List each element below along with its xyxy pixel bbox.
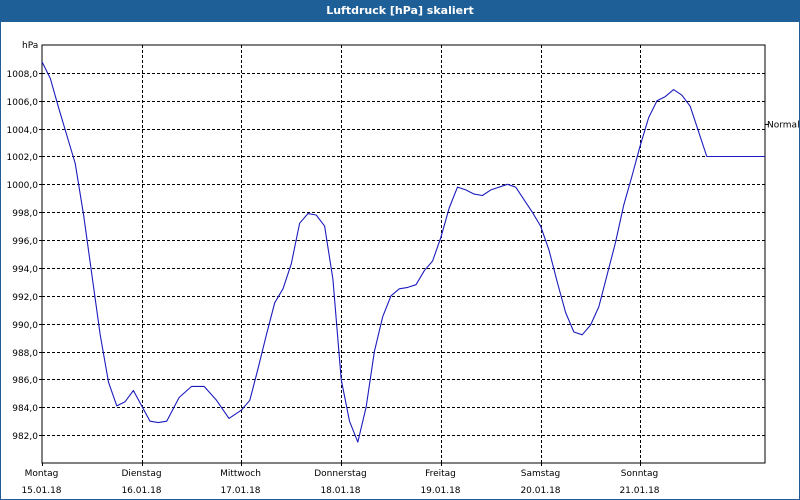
y-tick-label: 990,0 [12, 321, 38, 331]
series-line [41, 61, 765, 443]
plot-frame [41, 44, 766, 464]
y-tick-label: 994,0 [12, 265, 38, 275]
x-tick-date: 17.01.18 [220, 486, 260, 496]
x-tick-date: 18.01.18 [320, 486, 360, 496]
x-tick-day: Mittwoch [220, 469, 261, 479]
chart-window: Luftdruck [hPa] skaliert 982,0 984,0 986,0… [0, 0, 800, 500]
y-tick-label: 984,0 [12, 404, 38, 414]
x-tick-day: Sonntag [621, 469, 658, 479]
x-tick-date: 16.01.18 [121, 486, 161, 496]
reference-label: Normal [767, 120, 799, 130]
y-tick-label: 1006,0 [7, 98, 39, 108]
y-tick-label: 982,0 [12, 432, 38, 442]
y-tick-label: 1000,0 [7, 181, 39, 191]
y-tick-label: 988,0 [12, 349, 38, 359]
y-tick-label: 1002,0 [7, 153, 39, 163]
y-tick-label: 1004,0 [7, 126, 39, 136]
y-tick-label: 986,0 [12, 376, 38, 386]
x-tick-day: Freitag [425, 469, 456, 479]
window-title: Luftdruck [hPa] skaliert [1, 1, 799, 22]
grid [41, 44, 766, 464]
y-axis: 982,0 984,0 986,0 988,0 990,0 992,0 994,0 996,0… [7, 41, 42, 442]
x-tick-date: 15.01.18 [21, 486, 61, 496]
x-tick-date: 20.01.18 [520, 486, 560, 496]
pressure-chart: 982,0 984,0 986,0 988,0 990,0 992,0 994,0 996,0… [7, 41, 800, 496]
x-tick-day: Dienstag [121, 469, 161, 479]
x-tick-day: Donnerstag [314, 469, 367, 479]
y-tick-label: 996,0 [12, 237, 38, 247]
series-layer [41, 61, 765, 443]
x-tick-date: 19.01.18 [420, 486, 460, 496]
y-tick-label: 1008,0 [7, 70, 39, 80]
x-axis: Montag 15.01.18 Dienstag 16.01.18 Mittwoch 17… [21, 463, 660, 496]
y-tick-label: 998,0 [12, 209, 38, 219]
y-axis-label: hPa [22, 41, 38, 51]
y-tick-label: 992,0 [12, 293, 38, 303]
x-tick-day: Samstag [521, 469, 560, 479]
x-tick-date: 21.01.18 [619, 486, 659, 496]
reference-lines: Normal [765, 120, 799, 130]
x-tick-day: Montag [25, 469, 59, 479]
